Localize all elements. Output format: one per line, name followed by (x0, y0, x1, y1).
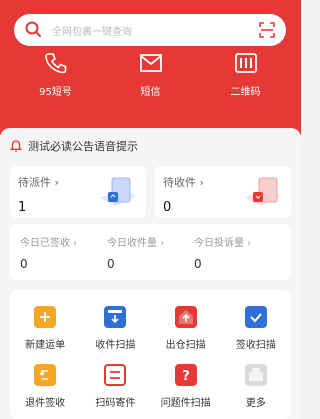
grid-receive-scan[interactable]: 收件扫描 (80, 300, 150, 358)
search-placeholder[interactable]: 全网包裹一键查询 (52, 23, 258, 38)
bell-icon (10, 140, 22, 152)
quick-actions: 95短号 短信 二维码 (0, 52, 301, 102)
mail-icon (139, 54, 162, 72)
grid-problem-scan[interactable]: ? 问题件扫描 (151, 358, 221, 416)
grid-problem-scan-label: 问题件扫描 (160, 398, 211, 409)
daily-received-label: 今日收件量 › (107, 238, 165, 249)
daily-complaints[interactable]: 今日投诉量 › 0 (194, 234, 281, 280)
main-card: 测试必读公告语音提示 待派件 › 1 待收件 › 0 今日已签收 › 0 今日收… (0, 128, 301, 419)
grid-scan-send-label: 扫码寄件 (95, 398, 136, 409)
announcement-bar[interactable]: 测试必读公告语音提示 (10, 136, 138, 156)
grid-return-sign[interactable]: 退件签收 (10, 358, 80, 416)
scan-send-icon (104, 364, 127, 386)
daily-signed-label: 今日已签收 › (20, 238, 78, 249)
daily-complaints-value: 0 (194, 257, 202, 271)
more-icon (244, 364, 267, 386)
stat-pending-pickup[interactable]: 待收件 › 0 (155, 166, 291, 218)
daily-stats: 今日已签收 › 0 今日收件量 › 0 今日投诉量 › 0 (10, 224, 291, 280)
quick-short-number-label: 95短号 (39, 87, 72, 98)
tablet-illustration-red-icon (245, 177, 281, 206)
quick-sms-label: 短信 (140, 87, 161, 98)
announcement-text: 测试必读公告语音提示 (28, 140, 138, 153)
grid-new-waybill-label: 新建运单 (25, 340, 66, 351)
phone-icon (44, 53, 66, 74)
grid-new-waybill[interactable]: 新建运单 (10, 300, 80, 358)
quick-short-number[interactable]: 95短号 (16, 52, 96, 102)
daily-complaints-label: 今日投诉量 › (194, 238, 252, 249)
grid-return-sign-label: 退件签收 (25, 398, 66, 409)
grid-more-label: 更多 (245, 398, 266, 409)
top-header: 全网包裹一键查询 95短号 短信 二维码 (0, 0, 301, 135)
daily-received-value: 0 (107, 257, 115, 271)
scan-icon[interactable] (258, 21, 276, 39)
daily-received[interactable]: 今日收件量 › 0 (107, 234, 194, 280)
problem-scan-icon: ? (174, 364, 197, 386)
quick-qrcode[interactable]: 二维码 (206, 52, 286, 102)
grid-outbound-scan-label: 出仓扫描 (165, 340, 206, 351)
quick-sms[interactable]: 短信 (111, 52, 191, 102)
grid-scan-send[interactable]: 扫码寄件 (80, 358, 150, 416)
grid-sign-scan-label: 签收扫描 (235, 340, 276, 351)
sign-scan-icon (244, 306, 267, 328)
grid-sign-scan[interactable]: 签收扫描 (221, 300, 291, 358)
daily-signed[interactable]: 今日已签收 › 0 (20, 234, 107, 280)
svg-text:?: ? (182, 369, 190, 384)
quick-qrcode-label: 二维码 (230, 87, 261, 98)
return-sign-icon (34, 364, 57, 386)
grid-more[interactable]: 更多 (221, 358, 291, 416)
search-bar[interactable]: 全网包裹一键查询 (14, 14, 286, 46)
grid-outbound-scan[interactable]: 出仓扫描 (151, 300, 221, 358)
new-waybill-icon (34, 306, 57, 328)
receive-scan-icon (104, 306, 127, 328)
search-icon (25, 21, 41, 37)
stat-pending-delivery[interactable]: 待派件 › 1 (10, 166, 146, 218)
daily-signed-value: 0 (20, 257, 28, 271)
qrcode-icon (234, 53, 257, 73)
function-grid: 新建运单 收件扫描 出仓扫描 签收扫描 退件签收 扫码寄件 ? 问题件扫描 更多 (10, 290, 291, 419)
grid-receive-scan-label: 收件扫描 (95, 340, 136, 351)
outbound-scan-icon (174, 306, 197, 328)
tablet-illustration-icon (100, 177, 136, 206)
